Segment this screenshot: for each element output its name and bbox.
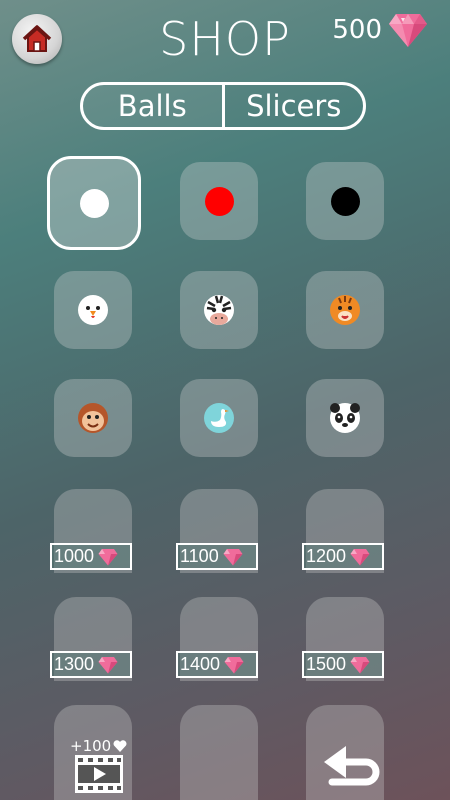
category-tabs: Balls Slicers — [80, 82, 366, 130]
price-tag: 1300 — [50, 651, 132, 678]
price-tag: 1200 — [302, 543, 384, 570]
ball-item-panda[interactable] — [306, 379, 384, 457]
bonus-amount: +100 — [70, 737, 112, 755]
red-ball-icon — [204, 186, 234, 216]
watch-video-button[interactable] — [74, 754, 124, 798]
black-ball-icon — [330, 186, 360, 216]
diamond-icon — [98, 656, 118, 673]
gem-count: 500 — [332, 15, 382, 45]
ball-item-monkey[interactable] — [54, 379, 132, 457]
ball-item-black[interactable] — [306, 162, 384, 240]
diamond-icon — [389, 14, 427, 47]
monkey-icon — [78, 403, 108, 433]
ball-item-chicken[interactable] — [54, 271, 132, 349]
ball-item-tiger[interactable] — [306, 271, 384, 349]
diamond-icon — [98, 548, 118, 565]
price-value: 1000 — [54, 546, 95, 566]
diamond-icon — [350, 548, 370, 565]
ball-item-swan[interactable] — [180, 379, 258, 457]
ball-item-red[interactable] — [180, 162, 258, 240]
diamond-icon — [350, 656, 370, 673]
tiger-icon — [330, 295, 360, 325]
price-value: 1500 — [306, 654, 347, 674]
price-value: 1200 — [306, 546, 347, 566]
video-icon — [75, 755, 123, 793]
price-value: 1100 — [180, 546, 219, 566]
back-arrow-icon — [324, 746, 380, 786]
panda-icon — [330, 403, 360, 433]
chicken-icon — [78, 295, 108, 325]
swan-icon — [204, 403, 234, 433]
price-value: 1300 — [54, 654, 95, 674]
ball-item-zebra[interactable] — [180, 271, 258, 349]
white-ball-icon — [79, 188, 109, 218]
video-bonus-label: +100 — [70, 737, 127, 755]
heart-icon — [113, 740, 127, 752]
diamond-icon — [223, 548, 243, 565]
tab-slicers[interactable]: Slicers — [225, 85, 364, 127]
zebra-icon — [204, 295, 234, 325]
price-tag: 1100 — [176, 543, 258, 570]
tab-balls[interactable]: Balls — [83, 85, 222, 127]
locked-ball-slot[interactable] — [180, 705, 258, 800]
ball-item-white[interactable] — [47, 156, 141, 250]
price-value: 1400 — [180, 654, 221, 674]
price-tag: 1400 — [176, 651, 258, 678]
gem-counter: 500 — [332, 12, 428, 48]
price-tag: 1000 — [50, 543, 132, 570]
price-tag: 1500 — [302, 651, 384, 678]
back-button[interactable] — [322, 740, 380, 798]
diamond-icon — [224, 656, 244, 673]
